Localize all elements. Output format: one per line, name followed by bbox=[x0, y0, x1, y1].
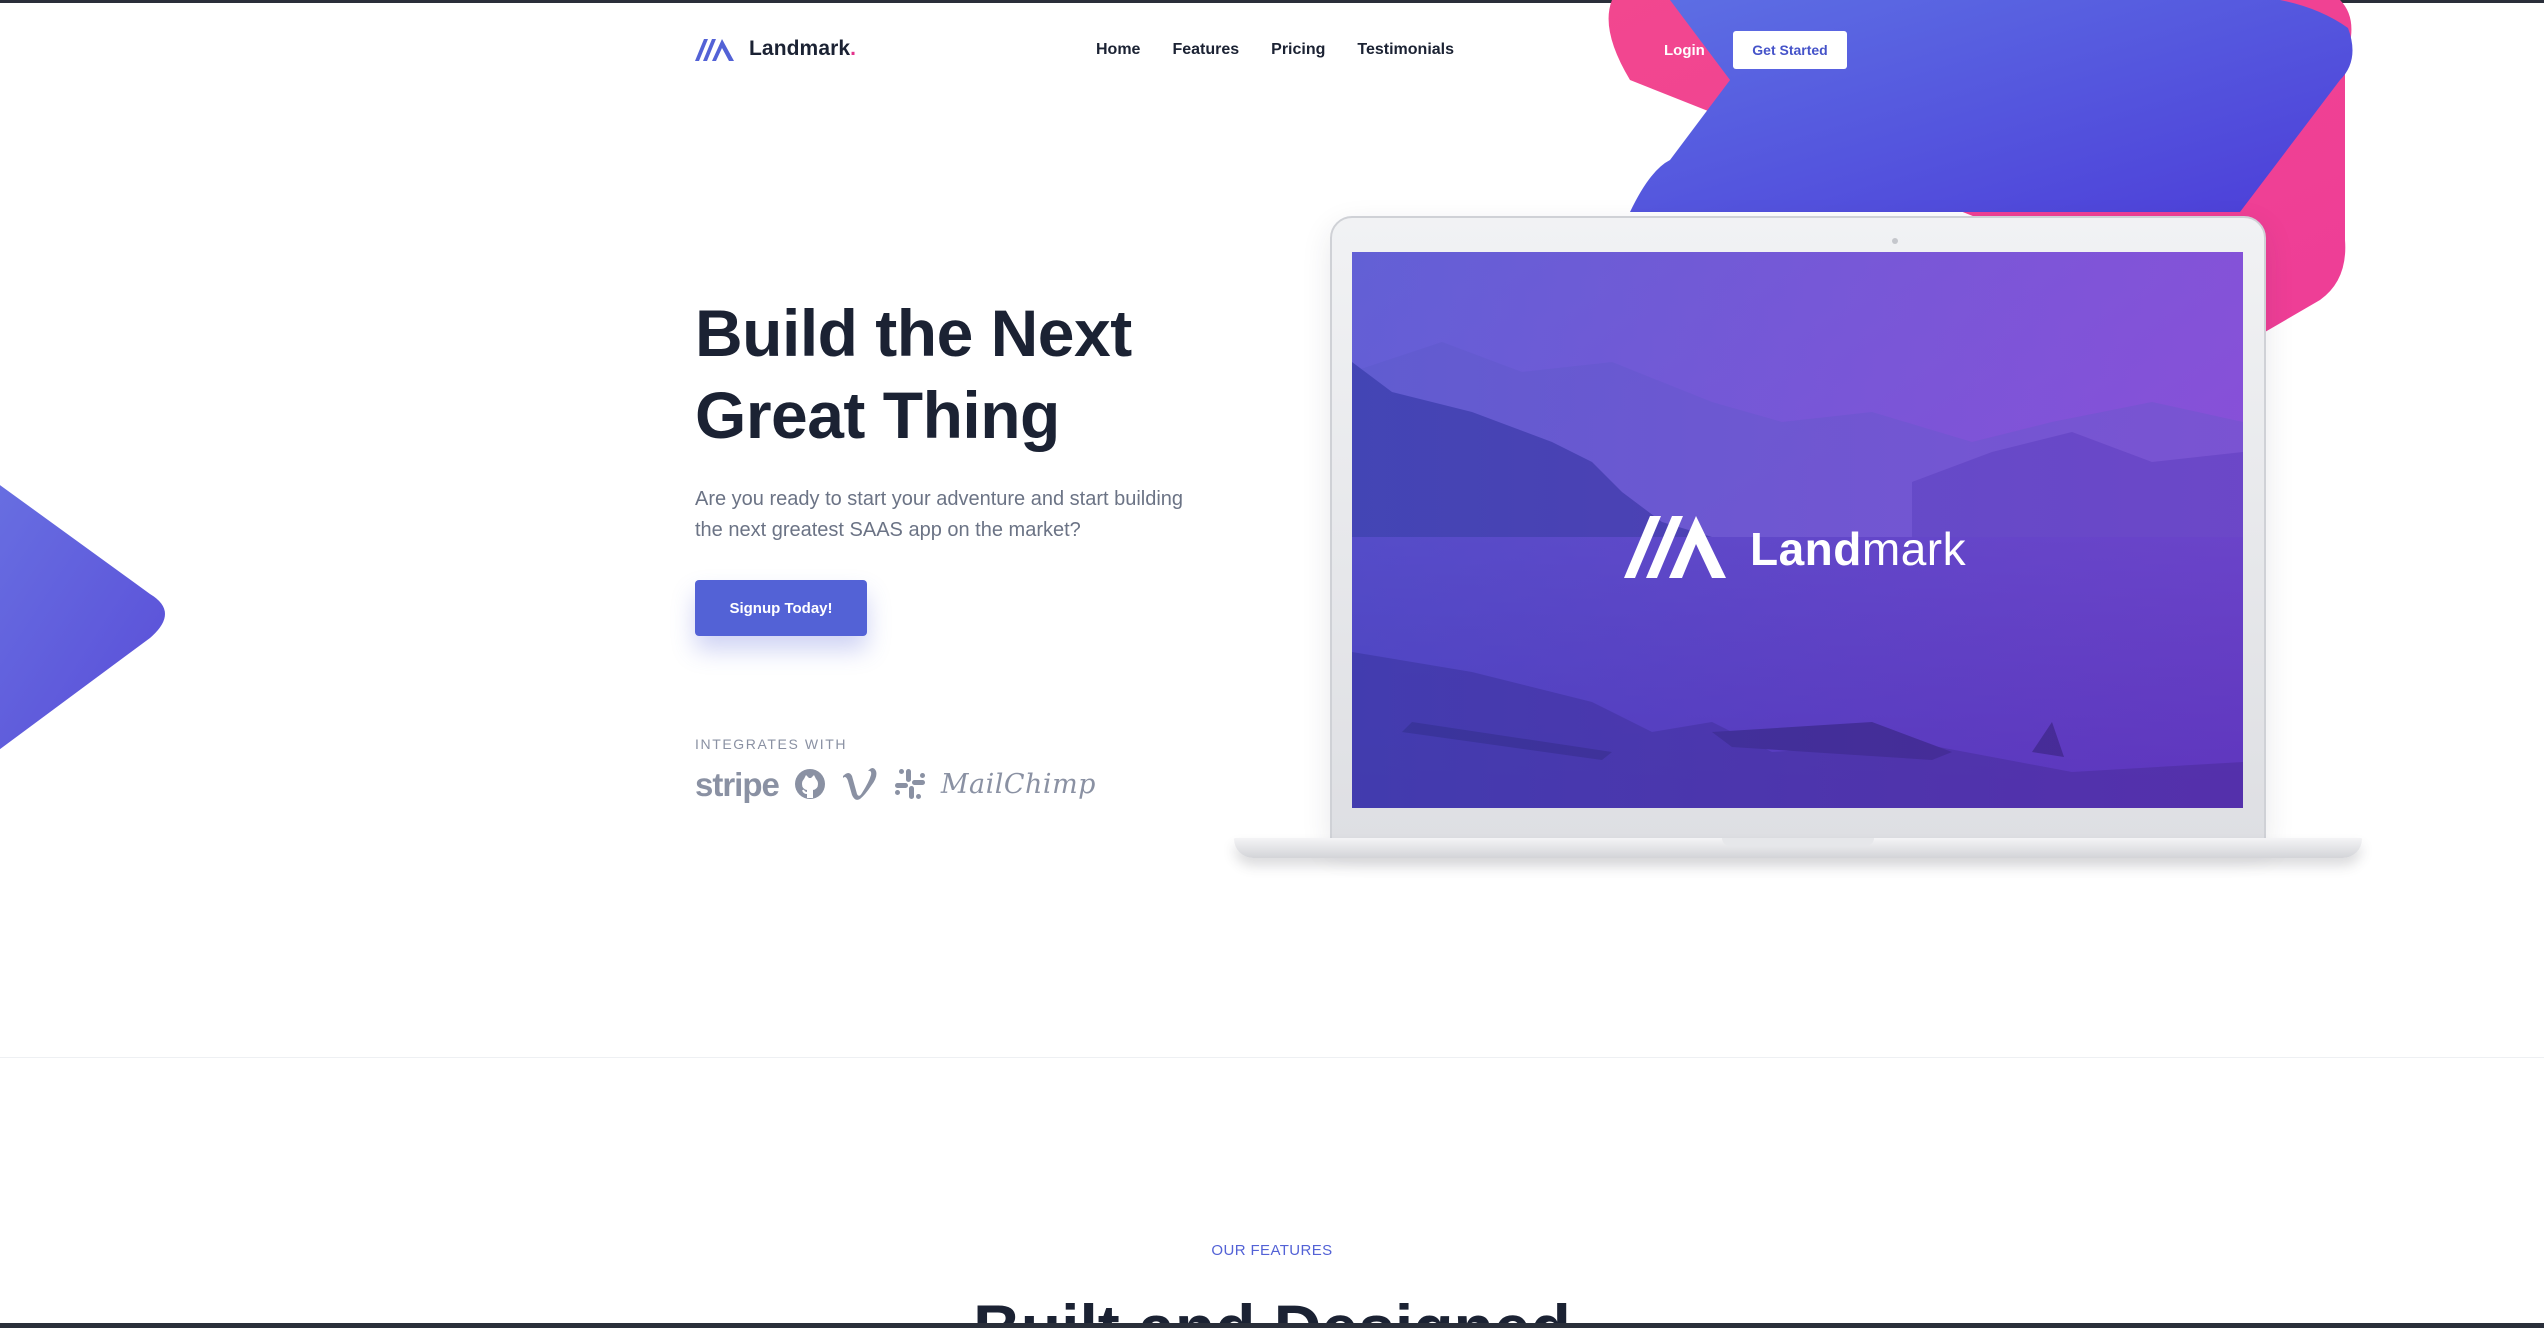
integrations-logos: stripe MailChimp bbox=[695, 762, 1096, 806]
screen-brand-text: Landmark bbox=[1750, 522, 1966, 576]
nav-pricing[interactable]: Pricing bbox=[1271, 41, 1325, 59]
features-eyebrow: OUR FEATURES bbox=[1211, 1242, 1333, 1259]
login-link[interactable]: Login bbox=[1664, 42, 1705, 59]
nav-home[interactable]: Home bbox=[1096, 41, 1140, 59]
slack-icon bbox=[894, 769, 925, 799]
decorative-left-shape bbox=[0, 485, 165, 750]
window-bottom-border bbox=[0, 1323, 2544, 1328]
laptop-screen: Landmark bbox=[1352, 252, 2243, 808]
screen-brand-light: mark bbox=[1861, 523, 1967, 575]
main-menu: Home Features Pricing Testimonials bbox=[1096, 41, 1454, 59]
nav-features[interactable]: Features bbox=[1172, 41, 1239, 59]
navbar: Landmark. Home Features Pricing Testimon… bbox=[0, 0, 2544, 104]
hero-title-line-1: Build the Next bbox=[695, 296, 1132, 370]
brand-logo[interactable]: Landmark. bbox=[695, 36, 856, 62]
nav-testimonials[interactable]: Testimonials bbox=[1357, 41, 1454, 59]
screen-brand-bold: Land bbox=[1750, 523, 1862, 575]
integrates-label: INTEGRATES WITH bbox=[695, 736, 848, 752]
hero-title-line-2: Great Thing bbox=[695, 378, 1060, 452]
github-icon bbox=[794, 769, 825, 799]
signup-button[interactable]: Signup Today! bbox=[695, 580, 867, 636]
brand-name: Landmark bbox=[749, 37, 851, 60]
laptop-notch bbox=[1722, 838, 1874, 846]
hero-subtitle: Are you ready to start your adventure an… bbox=[695, 488, 1184, 541]
brand-dot: . bbox=[850, 37, 857, 60]
vimeo-icon bbox=[842, 768, 877, 800]
laptop-mockup: Landmark bbox=[1234, 212, 2362, 892]
get-started-button[interactable]: Get Started bbox=[1733, 31, 1847, 69]
landmark-logo-icon bbox=[695, 39, 734, 61]
camera-dot bbox=[1892, 238, 1898, 244]
stripe-logo: stripe bbox=[695, 765, 780, 803]
mailchimp-logo: MailChimp bbox=[940, 768, 1096, 800]
features-title: Built and Designed bbox=[973, 1291, 1571, 1328]
hero-title: Build the Next Great Thing bbox=[695, 292, 1255, 456]
section-divider bbox=[0, 1057, 2544, 1058]
